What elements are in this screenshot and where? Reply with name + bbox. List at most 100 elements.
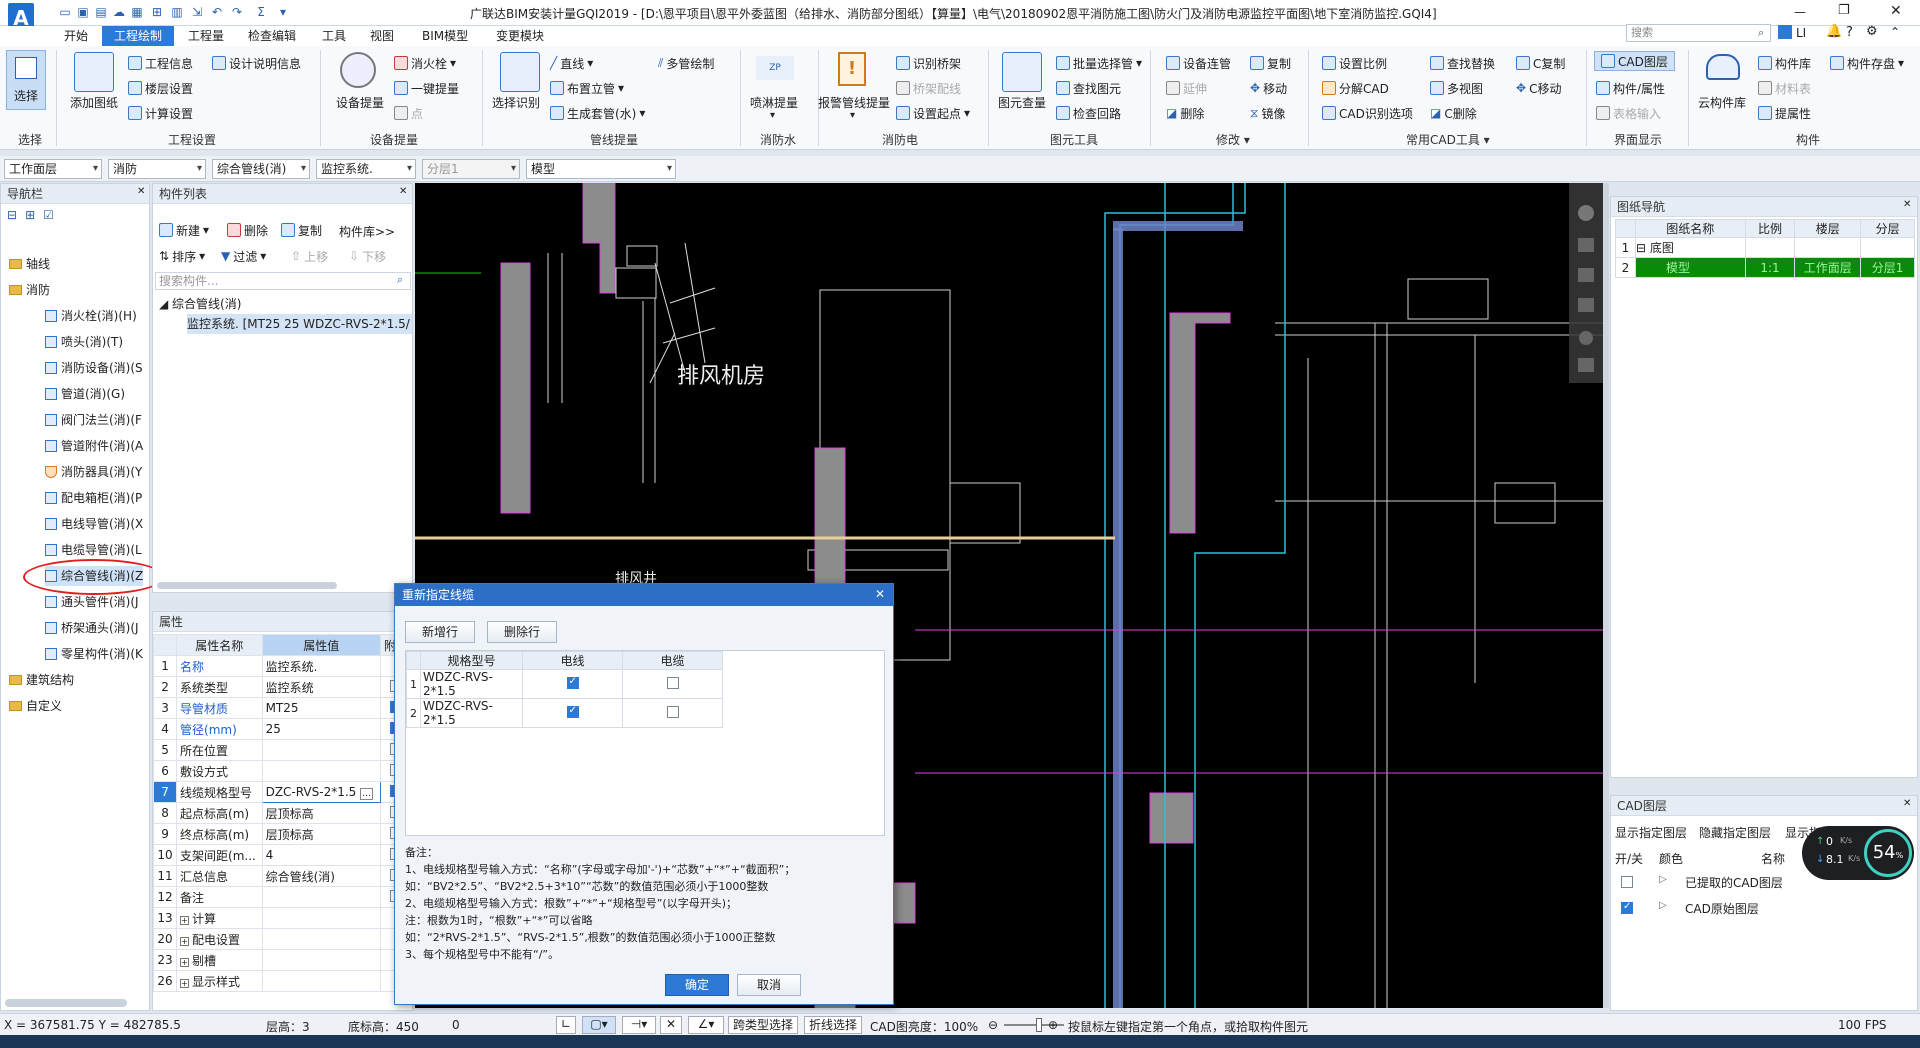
select-recognize-icon[interactable] (500, 52, 540, 92)
layer-toggle-checkbox[interactable] (1621, 876, 1633, 888)
property-value[interactable]: 监控系统 (261, 676, 381, 698)
expand-icon[interactable]: + (180, 957, 190, 967)
component-search-icon[interactable]: ⌕ (397, 273, 403, 287)
nav-close-icon[interactable]: ✕ (137, 186, 145, 197)
sprinkler-dropdown-icon[interactable]: ▾ (770, 110, 775, 121)
comp-save-button[interactable]: 构件存盘 ▾ (1830, 53, 1904, 73)
property-row[interactable]: 1 名称 监控系统. (153, 655, 412, 677)
export-icon[interactable]: ⇲ (190, 5, 204, 19)
property-row[interactable]: 7 线缆规格型号 DZC-RVS-2*1.5 … (153, 781, 412, 803)
property-value[interactable] (261, 928, 381, 950)
find-elem-button[interactable]: 查找图元 (1056, 78, 1121, 98)
property-value[interactable]: 25 (261, 718, 381, 740)
nav-item-axis[interactable]: 轴线 (9, 254, 50, 274)
help-icon[interactable]: ? (1846, 25, 1853, 40)
property-row[interactable]: 3 导管材质 MT25 (153, 697, 412, 719)
net-speed-widget[interactable]: ↑ 0 K/s ↓ 8.1 K/s 54% (1802, 826, 1914, 880)
wire-checkbox[interactable] (566, 676, 579, 689)
property-row[interactable]: 12 备注 (153, 886, 412, 908)
property-value[interactable]: MT25 (261, 697, 381, 719)
expand-all-icon[interactable]: ⊞ (25, 208, 35, 222)
menu-tools[interactable]: 工具 (314, 26, 354, 46)
canvas-splitter[interactable] (1603, 183, 1609, 1008)
drawing-row[interactable]: 1 ⊟ 底图 (1615, 237, 1915, 258)
nav-item-misc[interactable]: 零星构件(消)(K (45, 644, 143, 664)
cad-layer-close-icon[interactable]: ✕ (1903, 798, 1911, 809)
property-value[interactable] (261, 970, 381, 992)
add-row-button[interactable]: 新增行 (405, 621, 475, 643)
nav-item-fire-fixture[interactable]: 消防器具(消)(Y (45, 462, 142, 482)
property-row[interactable]: 2 系统类型 监控系统 (153, 676, 412, 698)
nav-item-dist-box[interactable]: 配电箱柜(消)(P (45, 488, 142, 508)
elem-check-icon[interactable] (1002, 52, 1042, 92)
sublayer-select[interactable]: 分层1 (422, 159, 520, 179)
property-value[interactable] (261, 907, 381, 929)
comp-lib-button[interactable]: 构件库 (1758, 53, 1811, 73)
property-value[interactable]: 层顶标高 (261, 802, 381, 824)
filter-button[interactable]: ▼ 过滤 ▾ (221, 246, 266, 266)
dialog-close-icon[interactable]: ✕ (875, 587, 885, 601)
menu-drawing[interactable]: 工程绘制 (102, 26, 174, 46)
property-value[interactable] (261, 949, 381, 971)
nav-item-fire[interactable]: 消防 (9, 280, 50, 300)
find-replace-button[interactable]: 查找替换 (1430, 53, 1495, 73)
add-drawing-button[interactable]: 添加图纸 (70, 94, 118, 111)
nav-scrollbar[interactable] (5, 999, 127, 1007)
nav-item-valve[interactable]: 阀门法兰(消)(F (45, 410, 142, 430)
expand-icon[interactable]: + (180, 978, 190, 988)
search-icon[interactable]: ⌕ (1758, 26, 1764, 40)
property-row[interactable]: 10 支架间距(m... 4 (153, 844, 412, 866)
mirror-button[interactable]: ⧖ 镜像 (1250, 103, 1285, 123)
menu-bim-model[interactable]: BIM模型 (414, 26, 476, 46)
property-value[interactable] (261, 739, 381, 761)
cross-type-select-button[interactable]: 跨类型选择 (728, 1016, 799, 1034)
expand-icon[interactable]: + (180, 915, 190, 925)
property-value[interactable]: 监控系统. (261, 655, 381, 677)
multi-view-button[interactable]: 多视图 (1430, 78, 1483, 98)
menu-view[interactable]: 视图 (362, 26, 402, 46)
sum-icon[interactable]: Σ (254, 5, 268, 19)
menu-quantity[interactable]: 工程量 (180, 26, 232, 46)
move-down-button[interactable]: ⇩ 下移 (349, 246, 386, 266)
collapse-all-icon[interactable]: ⊟ (7, 208, 17, 222)
close-icon[interactable]: ✕ (1890, 3, 1902, 19)
nav-settings-icon[interactable]: ☑ (43, 208, 54, 222)
check-loop-button[interactable]: 检查回路 (1056, 103, 1121, 123)
bridge-wire-button[interactable]: 桥架配线 (896, 78, 961, 98)
nav-item-sprinkler-head[interactable]: 喷头(消)(T) (45, 332, 123, 352)
ortho-icon[interactable]: ∟ (556, 1016, 576, 1034)
open-icon[interactable]: ▣ (76, 5, 90, 19)
extract-attr-button[interactable]: 提属性 (1758, 103, 1811, 123)
set-start-button[interactable]: 设置起点 ▾ (896, 103, 970, 123)
cloud-icon[interactable]: ☁ (112, 5, 126, 19)
sort-button[interactable]: ⇅ 排序 ▾ (159, 246, 205, 266)
expand-icon[interactable]: ▷ (1659, 900, 1667, 911)
ellipsis-button[interactable]: … (360, 788, 374, 800)
component-select[interactable]: 监控系统. (316, 159, 416, 179)
c-move-button[interactable]: ✥ C移动 (1516, 78, 1561, 98)
point-button[interactable]: 点 (394, 103, 423, 123)
device-extract-button[interactable]: 设备提量 (336, 94, 384, 111)
alarm-icon[interactable]: ! (838, 52, 866, 86)
c-copy-button[interactable]: C复制 (1516, 53, 1565, 73)
property-row[interactable]: 8 起点标高(m) 层顶标高 (153, 802, 412, 824)
hydrant-button[interactable]: 消火栓 ▾ (394, 53, 456, 73)
layout-icon[interactable]: ▦ (130, 5, 144, 19)
nav-item-pipe[interactable]: 管道(消)(G) (45, 384, 125, 404)
component-search-input[interactable]: 搜索构件... (155, 272, 411, 290)
cross-icon[interactable]: ✕ (660, 1016, 682, 1034)
comp-list-close-icon[interactable]: ✕ (399, 186, 407, 197)
calc-setting-button[interactable]: 计算设置 (128, 103, 193, 123)
move-button[interactable]: ✥ 移动 (1250, 78, 1287, 98)
cable-checkbox[interactable] (666, 676, 679, 689)
user-name[interactable]: LI (1796, 26, 1806, 40)
device-extract-icon[interactable] (340, 52, 376, 88)
set-scale-button[interactable]: 设置比例 (1322, 53, 1387, 73)
property-row[interactable]: 4 管径(mm) 25 (153, 718, 412, 740)
snap-toggle-icon[interactable]: ▢▾ (582, 1016, 616, 1034)
calc-icon[interactable]: ⊞ (150, 5, 164, 19)
undo-icon[interactable]: ↶ (210, 5, 224, 19)
component-type-select[interactable]: 综合管线(消) (212, 159, 310, 179)
select-recognize-button[interactable]: 选择识别 (492, 94, 540, 111)
property-row[interactable]: 11 汇总信息 综合管线(消) (153, 865, 412, 887)
